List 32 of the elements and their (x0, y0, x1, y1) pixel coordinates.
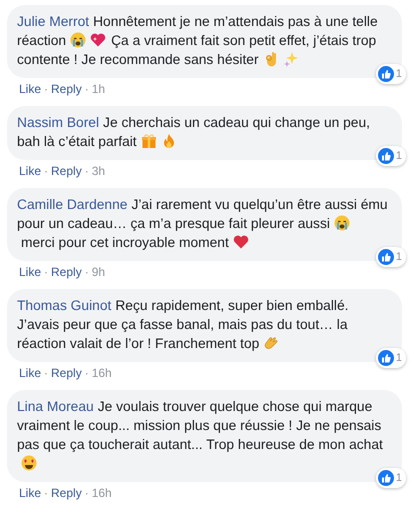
reply-link[interactable]: Reply (51, 365, 82, 381)
like-link[interactable]: Like (19, 163, 42, 179)
comment-text: Nassim Borel Je cherchais un cadeau qui change un peu, bah là c’était parfait (17, 114, 371, 151)
separator-dot: · (84, 163, 89, 179)
author-name[interactable]: Thomas Guinot (17, 298, 112, 313)
separator-dot: · (44, 163, 48, 179)
timestamp: 16h (92, 485, 112, 501)
author-name[interactable]: Julie Merrot (17, 14, 90, 29)
reply-link[interactable]: Reply (51, 264, 82, 280)
separator-dot: · (84, 264, 89, 280)
separator-dot: · (84, 365, 89, 381)
separator-dot: · (44, 485, 48, 501)
author-name[interactable]: Nassim Borel (17, 115, 100, 130)
comment-text: Thomas Guinot Reçu rapidement, super bien emballé. J’avais peur que ça fasse banal, mais pas du tout… la réaction valait de l’or ! Franchement top (17, 297, 350, 353)
like-link[interactable]: Like (19, 365, 42, 381)
separator-dot: · (44, 264, 48, 280)
timestamp: 1h (92, 81, 106, 97)
author-name[interactable]: Camille Dardenne (17, 197, 128, 212)
reply-link[interactable]: Reply (51, 485, 82, 501)
like-link[interactable]: Like (19, 264, 42, 280)
separator-dot: · (44, 365, 48, 381)
timestamp: 16h (92, 365, 112, 381)
author-name[interactable]: Lina Moreau (17, 399, 94, 414)
separator-dot: · (84, 485, 89, 501)
reply-link[interactable]: Reply (51, 81, 82, 97)
separator-dot: · (44, 81, 48, 97)
separator-dot: · (84, 81, 89, 97)
like-link[interactable]: Like (19, 485, 42, 501)
timestamp: 9h (92, 264, 106, 280)
like-link[interactable]: Like (19, 81, 42, 97)
timestamp: 3h (92, 163, 106, 179)
reply-link[interactable]: Reply (51, 163, 82, 179)
